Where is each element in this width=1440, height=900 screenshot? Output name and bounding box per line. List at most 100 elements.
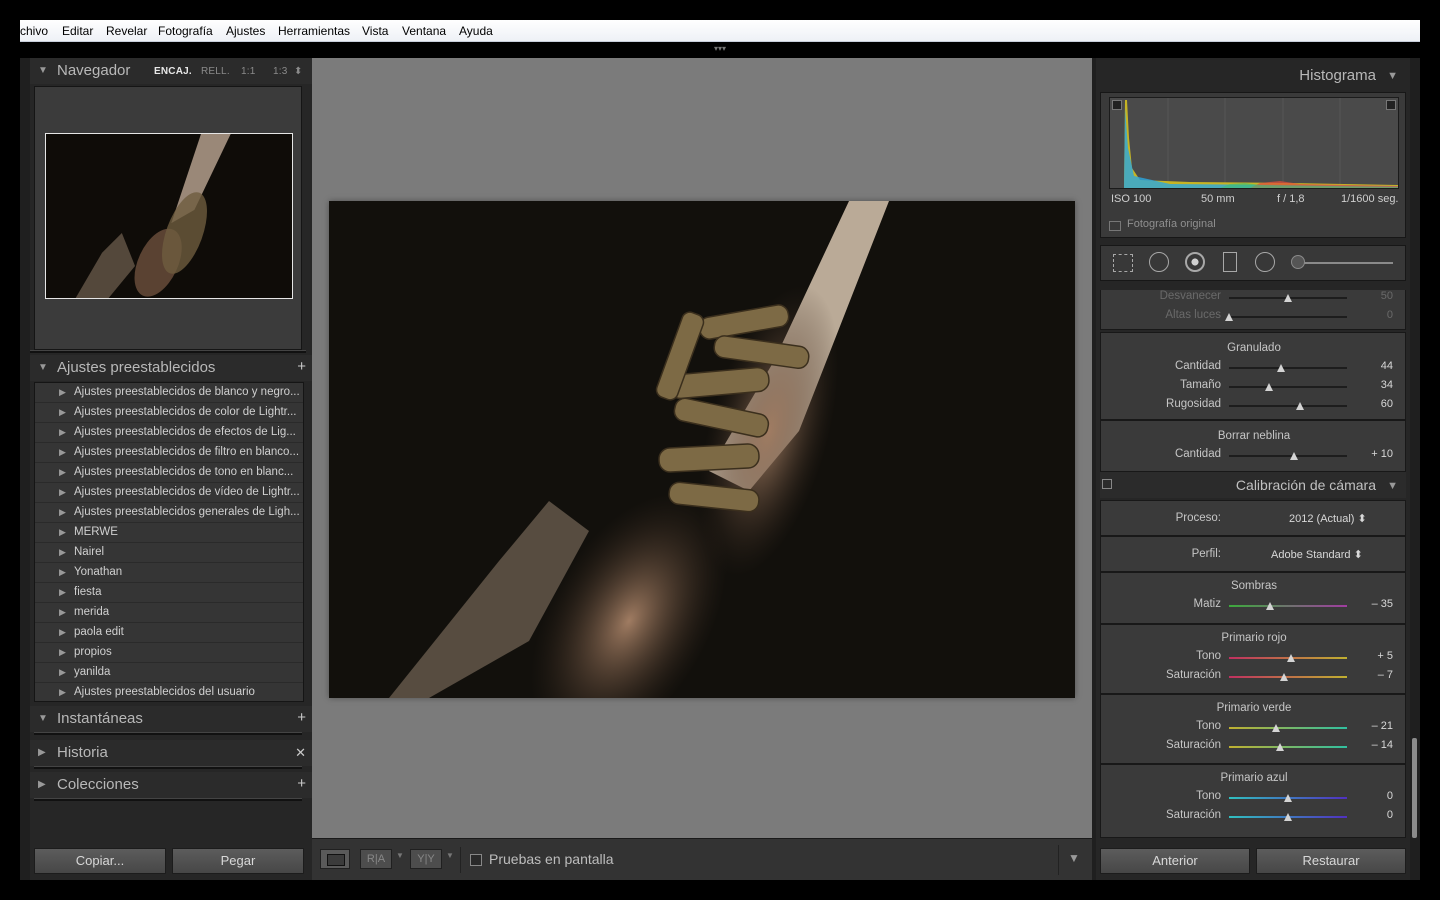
preset-folder[interactable]: ▶ Ajustes preestablecidos del usuario bbox=[35, 683, 303, 701]
slider-value[interactable]: 0 bbox=[1351, 809, 1393, 821]
preset-folder[interactable]: ▶ Ajustes preestablecidos de vídeo de Lig… bbox=[35, 483, 303, 503]
slider-value[interactable]: 50 bbox=[1351, 290, 1393, 302]
navigator-thumbnail[interactable] bbox=[45, 133, 293, 299]
navigator-header[interactable]: ▼ Navegador ENCAJ. RELL. 1:1 1:3 ⬍ bbox=[30, 58, 312, 84]
slider-thumb[interactable] bbox=[1276, 364, 1285, 372]
process-select[interactable]: 2012 (Actual) ⬍ bbox=[1289, 512, 1367, 525]
dropdown-arrow-icon[interactable]: ▼ bbox=[396, 851, 404, 860]
menu-vista[interactable]: Vista bbox=[362, 24, 388, 38]
highlight-clipping-icon[interactable] bbox=[1386, 100, 1396, 110]
calibration-toggle[interactable] bbox=[1102, 479, 1112, 489]
add-collection-icon[interactable]: + bbox=[297, 775, 306, 792]
expand-triangle-icon[interactable]: ▶ bbox=[59, 667, 66, 678]
menu-editar[interactable]: Editar bbox=[62, 24, 93, 38]
histogram-header[interactable]: Histograma ▼ bbox=[1096, 62, 1410, 88]
expand-triangle-icon[interactable]: ▶ bbox=[59, 387, 66, 398]
slider-thumb[interactable] bbox=[1295, 402, 1304, 410]
spot-removal-icon[interactable] bbox=[1149, 252, 1169, 272]
preset-folder[interactable]: ▶ Ajustes preestablecidos generales de Li… bbox=[35, 503, 303, 523]
image-canvas[interactable] bbox=[312, 58, 1092, 838]
preset-folder[interactable]: ▶ Ajustes preestablecidos de blanco y neg… bbox=[35, 383, 303, 403]
collapse-triangle-icon[interactable]: ▼ bbox=[1387, 70, 1398, 82]
menu-ajustes[interactable]: Ajustes bbox=[226, 24, 265, 38]
preset-folder[interactable]: ▶ Ajustes preestablecidos de color de Lig… bbox=[35, 403, 303, 423]
zoom-1-1[interactable]: 1:1 bbox=[241, 66, 256, 77]
menu-fotografia[interactable]: Fotografía bbox=[158, 24, 213, 38]
collapse-triangle-icon[interactable]: ▼ bbox=[1387, 480, 1398, 492]
graduated-filter-icon[interactable] bbox=[1223, 252, 1237, 272]
slider-thumb[interactable] bbox=[1284, 794, 1292, 802]
snapshots-header[interactable]: ▼ Instantáneas + bbox=[30, 706, 312, 732]
preset-folder[interactable]: ▶ merida bbox=[35, 603, 303, 623]
copy-button[interactable]: Copiar... bbox=[34, 848, 166, 874]
slider-thumb[interactable] bbox=[1265, 383, 1274, 391]
slider-track[interactable] bbox=[1229, 676, 1347, 678]
slider-thumb[interactable] bbox=[1266, 602, 1275, 610]
brush-slider[interactable] bbox=[1297, 262, 1393, 264]
preset-folder[interactable]: ▶ fiesta bbox=[35, 583, 303, 603]
dropdown-arrow-icon[interactable]: ▼ bbox=[446, 851, 454, 860]
slider-thumb[interactable] bbox=[1284, 294, 1292, 302]
slider-value[interactable]: 0 bbox=[1351, 790, 1393, 802]
menu-herramientas[interactable]: Herramientas bbox=[278, 24, 350, 38]
expand-triangle-icon[interactable]: ▶ bbox=[59, 627, 66, 638]
slider-track[interactable] bbox=[1229, 316, 1347, 318]
slider-thumb[interactable] bbox=[1271, 724, 1280, 732]
menu-ventana[interactable]: Ventana bbox=[402, 24, 446, 38]
radial-filter-icon[interactable] bbox=[1255, 252, 1275, 272]
slider-track[interactable] bbox=[1229, 746, 1347, 748]
previous-button[interactable]: Anterior bbox=[1100, 848, 1250, 874]
expand-triangle-icon[interactable]: ▶ bbox=[59, 647, 66, 658]
slider-value[interactable]: 34 bbox=[1351, 379, 1393, 391]
profile-select[interactable]: Adobe Standard ⬍ bbox=[1271, 548, 1363, 561]
collections-header[interactable]: ▶ Colecciones + bbox=[30, 772, 312, 798]
slider-value[interactable]: – 14 bbox=[1351, 739, 1393, 751]
expand-triangle-icon[interactable]: ▶ bbox=[59, 487, 66, 498]
reset-button[interactable]: Restaurar bbox=[1256, 848, 1406, 874]
expand-triangle-icon[interactable]: ▶ bbox=[38, 747, 46, 758]
preset-folder[interactable]: ▶ propios bbox=[35, 643, 303, 663]
red-eye-icon[interactable] bbox=[1185, 252, 1205, 272]
paste-button[interactable]: Pegar bbox=[172, 848, 304, 874]
preset-folder[interactable]: ▶ MERWE bbox=[35, 523, 303, 543]
zoom-fit[interactable]: ENCAJ. bbox=[154, 66, 192, 77]
preset-folder[interactable]: ▶ Ajustes preestablecidos de filtro en bl… bbox=[35, 443, 303, 463]
expand-triangle-icon[interactable]: ▶ bbox=[59, 467, 66, 478]
adjustment-brush-icon[interactable] bbox=[1291, 255, 1305, 269]
slider-value[interactable]: 0 bbox=[1351, 309, 1393, 321]
before-after-split-button[interactable]: Y|Y bbox=[410, 849, 442, 869]
slider-value[interactable]: 60 bbox=[1351, 398, 1393, 410]
clear-history-icon[interactable]: ✕ bbox=[295, 745, 306, 761]
expand-triangle-icon[interactable]: ▶ bbox=[59, 527, 66, 538]
expand-triangle-icon[interactable]: ▶ bbox=[59, 587, 66, 598]
slider-track[interactable] bbox=[1229, 455, 1347, 457]
history-header[interactable]: ▶ Historia ✕ bbox=[30, 740, 312, 766]
slider-value[interactable]: + 5 bbox=[1351, 650, 1393, 662]
expand-triangle-icon[interactable]: ▶ bbox=[59, 447, 66, 458]
collapse-triangle-icon[interactable]: ▼ bbox=[38, 65, 48, 76]
expand-triangle-icon[interactable]: ▶ bbox=[59, 687, 66, 698]
expand-triangle-icon[interactable]: ▶ bbox=[59, 607, 66, 618]
slider-value[interactable]: + 10 bbox=[1351, 448, 1393, 460]
preset-folder[interactable]: ▶ Ajustes preestablecidos de efectos de L… bbox=[35, 423, 303, 443]
collapse-triangle-icon[interactable]: ▼ bbox=[38, 713, 48, 724]
soft-proof-checkbox[interactable] bbox=[470, 854, 482, 866]
slider-thumb[interactable] bbox=[1284, 813, 1292, 821]
expand-triangle-icon[interactable]: ▶ bbox=[59, 407, 66, 418]
expand-triangle-icon[interactable]: ▶ bbox=[59, 427, 66, 438]
shadow-clipping-icon[interactable] bbox=[1112, 100, 1122, 110]
crop-tool-icon[interactable] bbox=[1113, 254, 1133, 272]
expand-triangle-icon[interactable]: ▶ bbox=[38, 779, 46, 790]
presets-header[interactable]: ▼ Ajustes preestablecidos + bbox=[30, 355, 312, 381]
zoom-fill[interactable]: RELL. bbox=[201, 66, 230, 77]
menu-archivo[interactable]: chivo bbox=[20, 24, 48, 38]
slider-value[interactable]: – 21 bbox=[1351, 720, 1393, 732]
slider-value[interactable]: 44 bbox=[1351, 360, 1393, 372]
slider-value[interactable]: – 35 bbox=[1351, 598, 1393, 610]
expand-triangle-icon[interactable]: ▶ bbox=[59, 567, 66, 578]
slider-thumb[interactable] bbox=[1275, 743, 1284, 751]
slider-track[interactable] bbox=[1229, 405, 1347, 407]
slider-thumb[interactable] bbox=[1289, 452, 1298, 460]
slider-thumb[interactable] bbox=[1279, 673, 1288, 681]
slider-value[interactable]: – 7 bbox=[1351, 669, 1393, 681]
